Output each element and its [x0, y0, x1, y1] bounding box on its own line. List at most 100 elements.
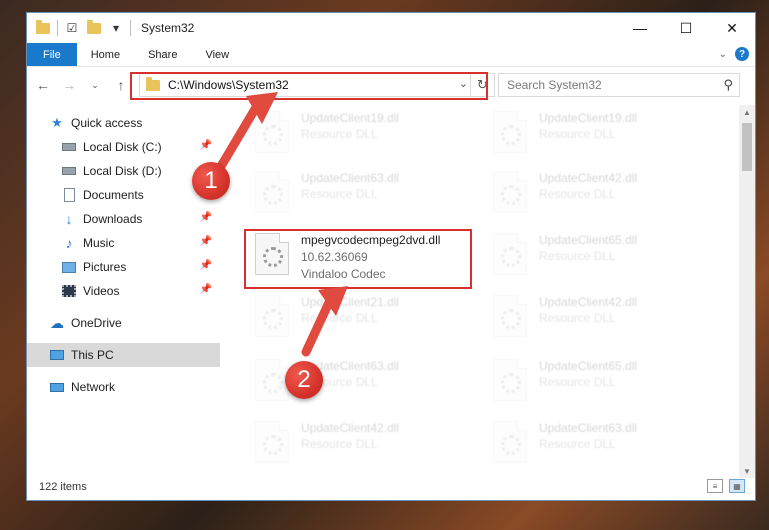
dll-file-icon — [493, 233, 527, 275]
file-tile[interactable]: UpdateClient65.dll Resource DLL — [489, 229, 714, 287]
sidebar-item-this-pc[interactable]: This PC — [27, 343, 220, 367]
file-tile-selected[interactable]: mpegvcodecmpeg2dvd.dll 10.62.36069 Vinda… — [251, 229, 476, 287]
file-name: UpdateClient63.dll — [301, 171, 400, 185]
recent-locations-icon[interactable]: ⌄ — [85, 74, 105, 96]
address-dropdown-icon[interactable]: ⌄ — [459, 77, 468, 90]
pin-icon[interactable]: 📌 — [200, 140, 212, 151]
details-view-icon[interactable]: ≡ — [707, 479, 723, 493]
dll-file-icon — [493, 171, 527, 213]
file-tile[interactable]: UpdateClient42.dll Resource DLL — [489, 167, 714, 225]
dll-file-icon — [255, 295, 289, 337]
file-tile[interactable]: UpdateClient63.dll Resource DLL — [251, 167, 476, 225]
search-icon: ⚲ — [723, 77, 733, 92]
quick-access-toolbar: ☑ ▾ — [27, 19, 131, 36]
sidebar-item-label: Documents — [83, 188, 144, 202]
tab-home[interactable]: Home — [77, 43, 134, 66]
refresh-icon[interactable]: ↻ — [470, 74, 494, 96]
cloud-icon: ☁ — [50, 314, 64, 331]
file-name: UpdateClient63.dll — [539, 421, 638, 435]
download-icon: ↓ — [65, 211, 73, 227]
file-type: Resource DLL — [539, 127, 616, 141]
videos-icon — [61, 283, 77, 299]
file-type: Resource DLL — [301, 127, 378, 141]
documents-icon — [61, 187, 77, 203]
scroll-up-icon[interactable]: ▲ — [739, 105, 755, 119]
star-icon: ★ — [51, 115, 63, 130]
file-tile[interactable]: UpdateClient42.dll Resource DLL — [251, 417, 476, 465]
sidebar-item-onedrive[interactable]: ☁ OneDrive — [27, 311, 220, 335]
toolbar-divider — [130, 20, 131, 36]
search-input[interactable]: Search System32 ⚲ — [498, 73, 740, 97]
pin-icon[interactable]: 📌 — [200, 236, 212, 247]
network-icon — [49, 379, 65, 395]
scroll-thumb[interactable] — [742, 123, 752, 171]
file-name: UpdateClient21.dll — [301, 295, 400, 309]
address-bar[interactable]: C:\Windows\System32 ⌄ ↻ — [139, 73, 495, 97]
sidebar-item-documents[interactable]: Documents 📌 — [27, 183, 220, 207]
sidebar-item-videos[interactable]: Videos 📌 — [27, 279, 220, 303]
step-badge-2: 2 — [285, 361, 323, 399]
pin-icon[interactable]: 📌 — [200, 212, 212, 223]
sidebar-item-network[interactable]: Network — [27, 375, 220, 399]
dll-file-icon — [255, 421, 289, 463]
close-button[interactable]: ✕ — [709, 13, 755, 43]
new-folder-icon[interactable] — [86, 19, 102, 36]
search-placeholder: Search System32 — [507, 78, 602, 92]
properties-icon[interactable]: ☑ — [64, 20, 80, 36]
sidebar-item-downloads[interactable]: ↓ Downloads 📌 — [27, 207, 220, 231]
forward-button[interactable]: → — [59, 74, 79, 96]
vertical-scrollbar[interactable]: ▲ ▼ — [739, 105, 755, 478]
tab-share[interactable]: Share — [134, 43, 191, 66]
dll-file-icon — [255, 171, 289, 213]
file-tile[interactable]: UpdateClient42.dll Resource DLL — [489, 291, 714, 349]
address-path[interactable]: C:\Windows\System32 — [168, 78, 289, 92]
file-tile[interactable]: UpdateClient19.dll Resource DLL — [251, 107, 476, 165]
file-type: Resource DLL — [539, 375, 616, 389]
sidebar-item-label: Music — [83, 236, 115, 250]
status-bar: 122 items ≡ ▦ — [27, 474, 755, 500]
tab-view[interactable]: View — [191, 43, 243, 66]
folder-icon — [146, 76, 160, 91]
file-name: UpdateClient65.dll — [539, 233, 638, 247]
minimize-button[interactable]: — — [617, 13, 663, 43]
file-tile[interactable]: UpdateClient63.dll Resource DLL — [489, 417, 714, 465]
file-tile[interactable]: UpdateClient21.dll Resource DLL — [251, 291, 476, 349]
ribbon-tabs: File Home Share View ⌄ ? — [27, 43, 755, 67]
help-icon[interactable]: ? — [735, 47, 749, 61]
sidebar-item-pictures[interactable]: Pictures 📌 — [27, 255, 220, 279]
sidebar-item-label: Pictures — [83, 260, 127, 274]
dll-file-icon — [493, 295, 527, 337]
sidebar-item-label: Downloads — [83, 212, 143, 226]
expand-ribbon-icon[interactable]: ⌄ — [719, 49, 727, 60]
file-company: Vindaloo Codec — [301, 267, 386, 281]
title-bar: ☑ ▾ System32 — ☐ ✕ — [27, 13, 755, 43]
file-type: Resource DLL — [539, 187, 616, 201]
maximize-button[interactable]: ☐ — [663, 13, 709, 43]
file-type: Resource DLL — [301, 187, 378, 201]
sidebar-item-label: Quick access — [71, 116, 143, 130]
dll-file-icon — [493, 359, 527, 401]
file-tile[interactable]: UpdateClient19.dll Resource DLL — [489, 107, 714, 165]
pin-icon[interactable]: 📌 — [200, 284, 212, 295]
sidebar-item-label: OneDrive — [71, 316, 122, 330]
drive-icon — [61, 139, 77, 155]
file-name: UpdateClient19.dll — [301, 111, 400, 125]
customize-toolbar-icon[interactable]: ▾ — [108, 20, 124, 36]
up-button[interactable]: ↑ — [111, 74, 131, 96]
file-name: UpdateClient42.dll — [539, 295, 638, 309]
tab-file[interactable]: File — [27, 43, 77, 66]
navigation-pane: ★ Quick access Local Disk (C:) 📌 Local D… — [27, 105, 220, 465]
dll-file-icon — [255, 233, 289, 275]
file-type: Resource DLL — [301, 437, 378, 451]
pictures-icon — [61, 259, 77, 275]
back-button[interactable]: ← — [33, 74, 53, 96]
file-name: UpdateClient65.dll — [539, 359, 638, 373]
file-tile[interactable]: UpdateClient65.dll Resource DLL — [489, 355, 714, 413]
tiles-view-icon[interactable]: ▦ — [729, 479, 745, 493]
sidebar-item-quick-access[interactable]: ★ Quick access — [27, 111, 220, 135]
pin-icon[interactable]: 📌 — [200, 260, 212, 271]
sidebar-item-local-disk-c[interactable]: Local Disk (C:) 📌 — [27, 135, 220, 159]
sidebar-item-music[interactable]: ♪ Music 📌 — [27, 231, 220, 255]
view-buttons: ≡ ▦ — [707, 479, 745, 493]
file-type: Resource DLL — [301, 311, 378, 325]
